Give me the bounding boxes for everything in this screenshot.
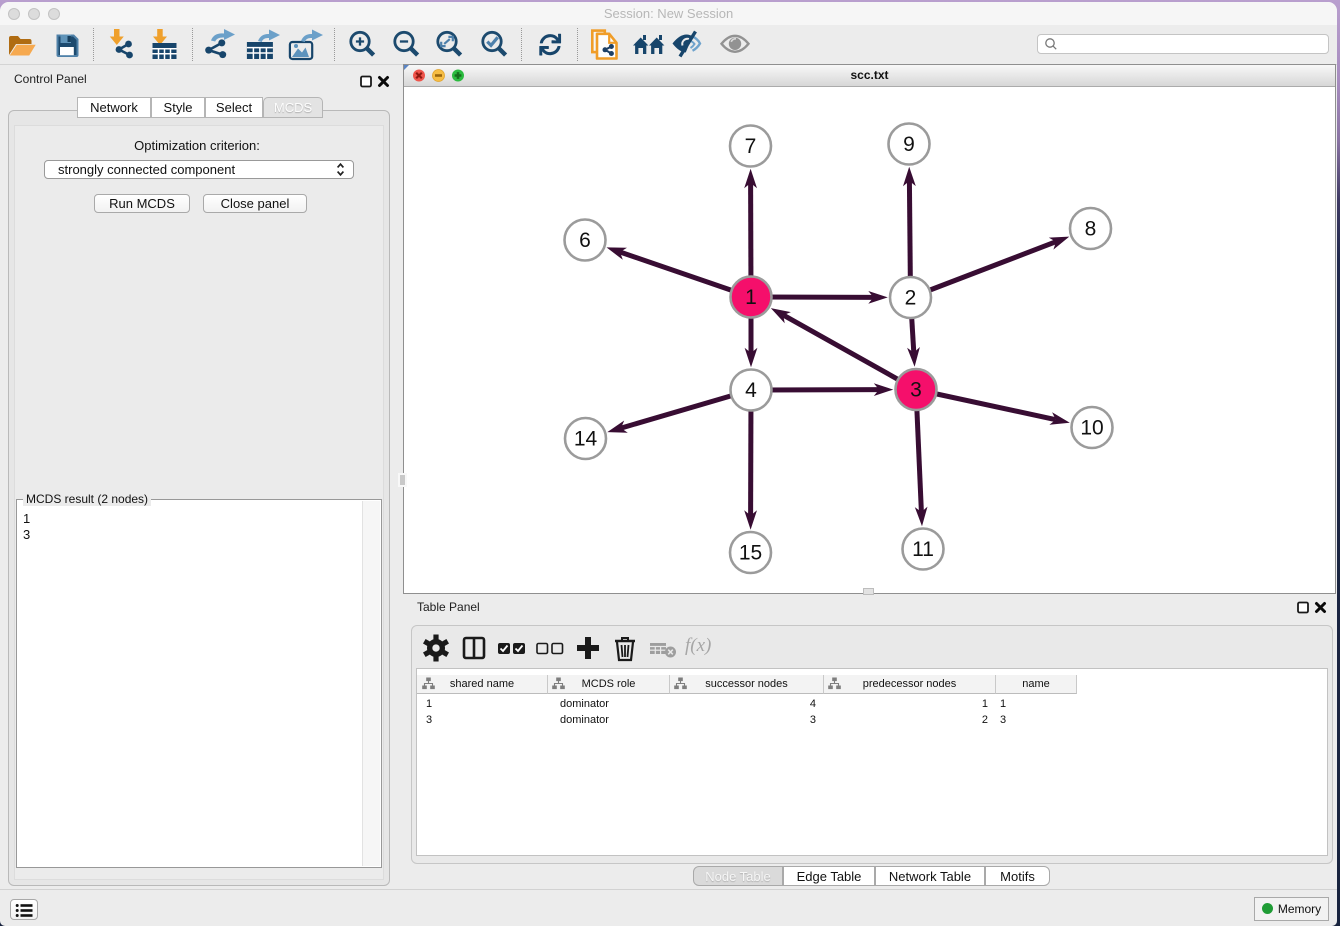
svg-text:8: 8 xyxy=(1085,218,1097,241)
svg-text:3: 3 xyxy=(910,379,922,402)
svg-text:14: 14 xyxy=(574,428,598,451)
svg-text:4: 4 xyxy=(745,379,757,402)
svg-text:1: 1 xyxy=(745,286,757,309)
svg-text:7: 7 xyxy=(745,135,757,158)
svg-text:10: 10 xyxy=(1080,417,1103,440)
svg-text:15: 15 xyxy=(739,542,762,565)
svg-text:6: 6 xyxy=(579,229,591,252)
svg-text:9: 9 xyxy=(903,133,915,156)
svg-text:2: 2 xyxy=(905,287,917,310)
svg-text:11: 11 xyxy=(912,538,934,561)
